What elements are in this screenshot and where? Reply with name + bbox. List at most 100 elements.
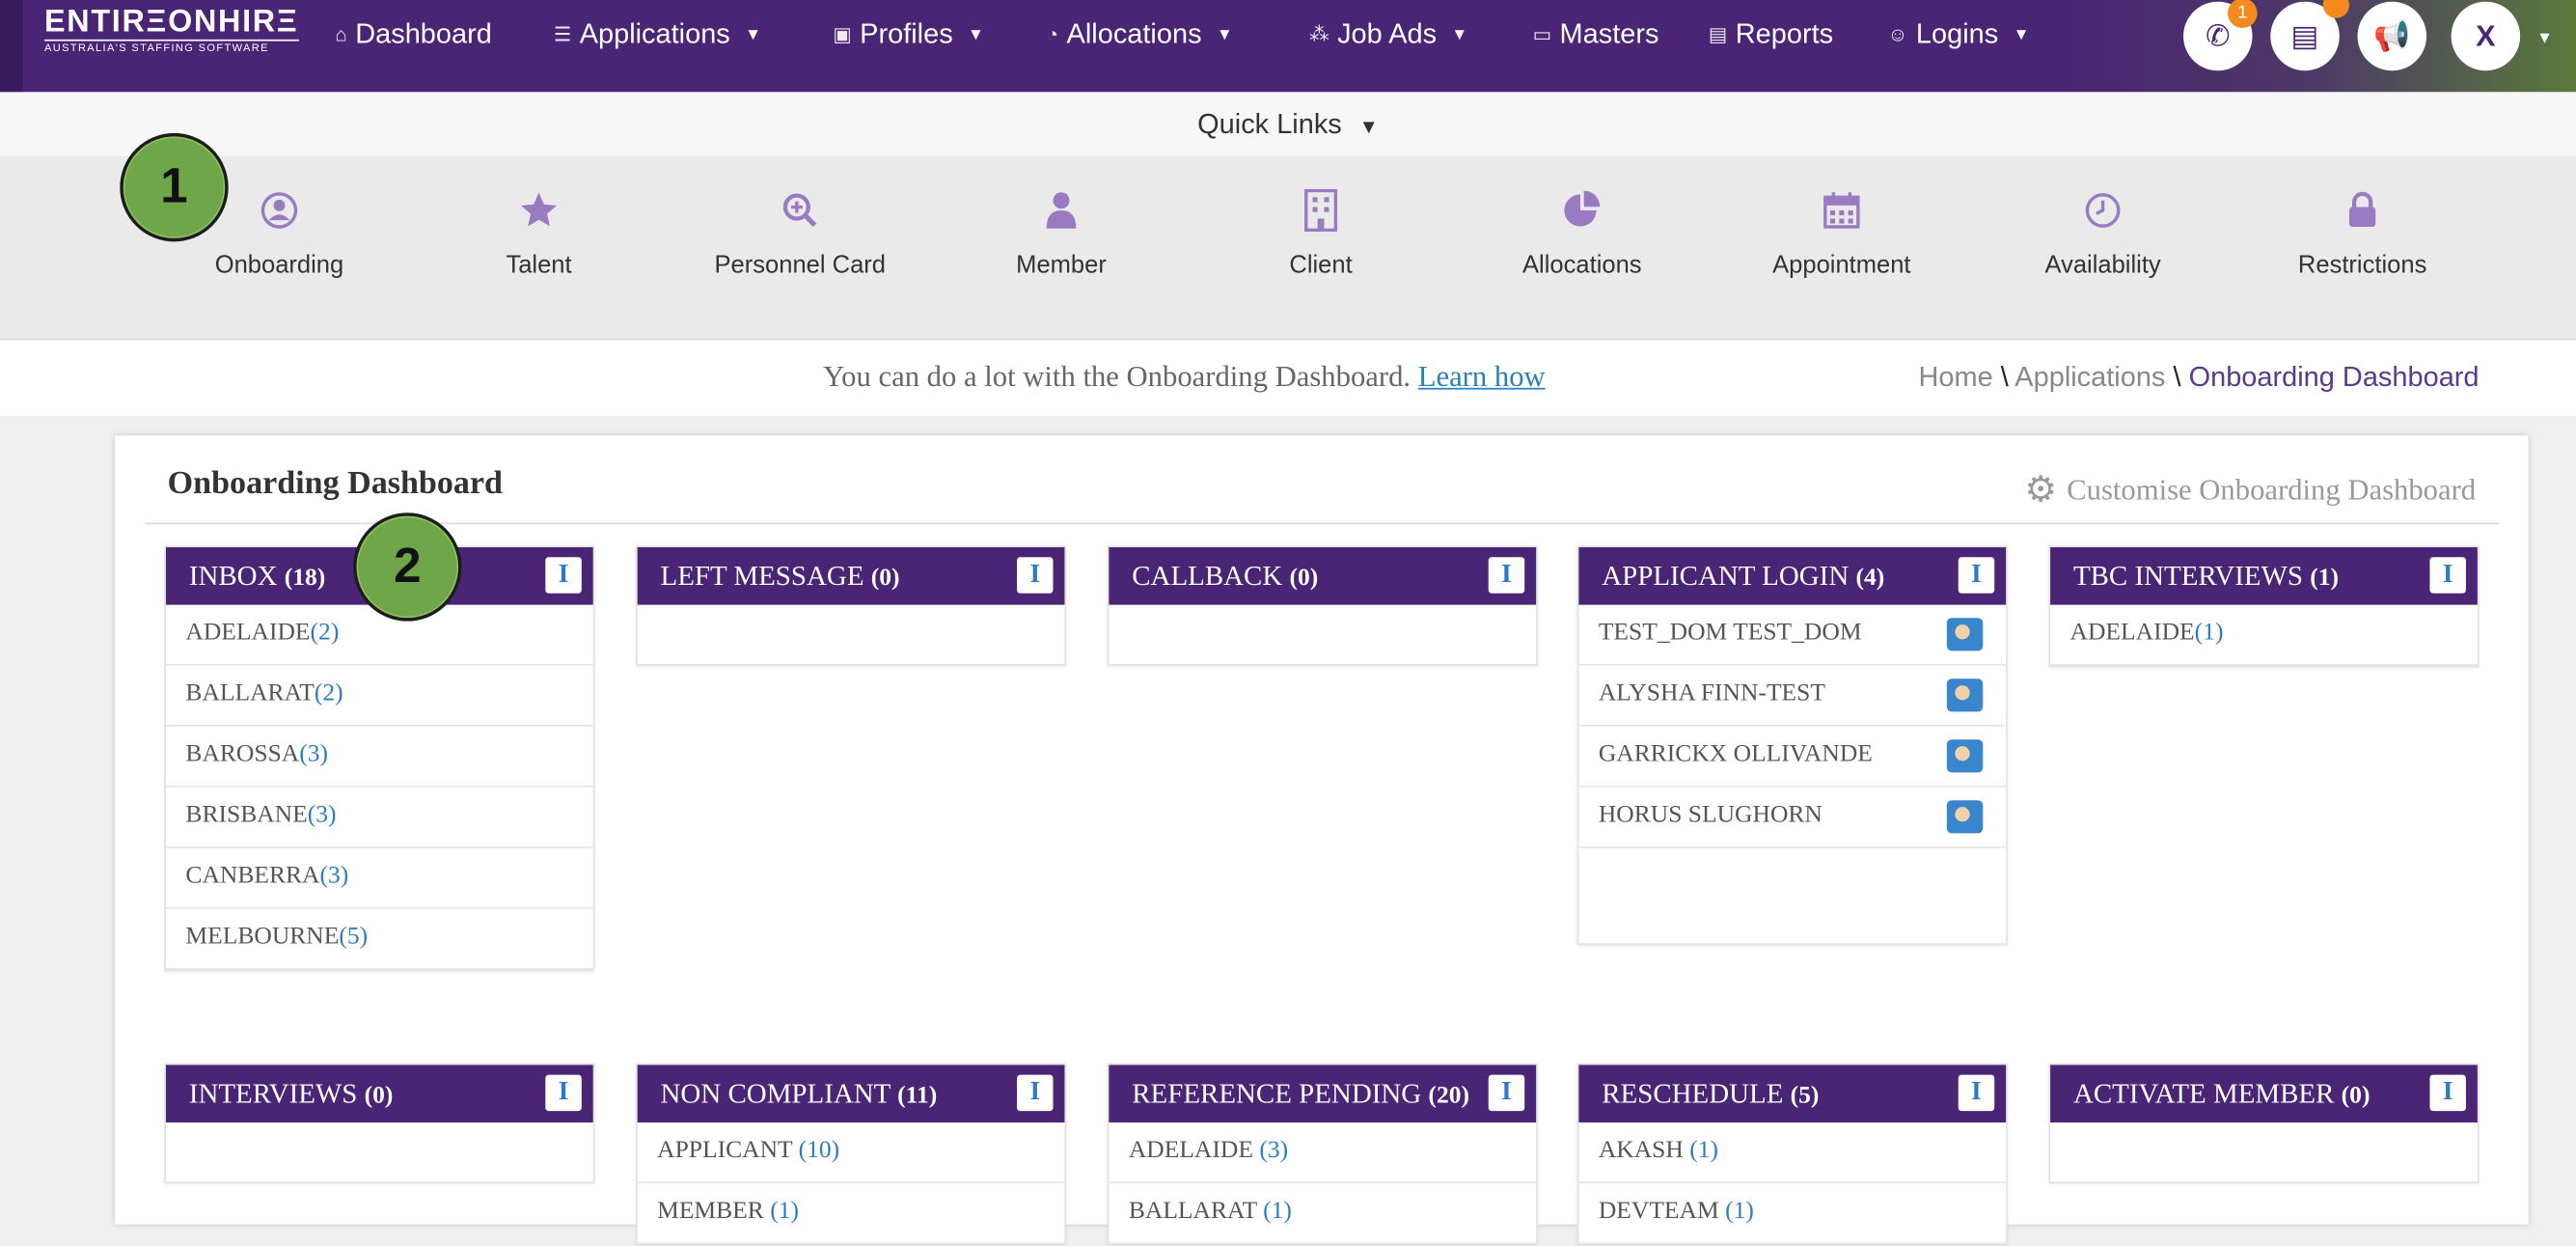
card-count: (1) [2310, 565, 2340, 593]
applicant-profile-icon[interactable] [1946, 800, 1984, 834]
list-item-count[interactable]: (3) [1259, 1137, 1288, 1163]
list-item[interactable]: MELBOURNE(5) [165, 909, 593, 970]
list-item[interactable]: BRISBANE(3) [165, 788, 593, 848]
card-title: CALLBACK [1132, 560, 1283, 593]
quick-link-allocations[interactable]: Allocations [1451, 189, 1713, 279]
card-header[interactable]: INTERVIEWS (0) i [165, 1065, 593, 1123]
nav-profiles[interactable]: ▣ Profiles ▼ [833, 14, 984, 54]
phone-calls-button[interactable]: ✆ 1 [2183, 0, 2258, 71]
card-header[interactable]: ACTIVATE MEMBER (0) i [2050, 1065, 2478, 1123]
user-avatar[interactable]: X [2451, 1, 2521, 71]
chevron-down-icon: ▼ [1451, 25, 1468, 44]
step-marker-1: 1 [120, 132, 229, 242]
list-item-count[interactable]: (3) [320, 863, 349, 889]
breadcrumb-home[interactable]: Home [1918, 362, 1992, 393]
card-header[interactable]: CALLBACK (0) i [1109, 547, 1537, 605]
nav-logins[interactable]: ☺ Logins ▼ [1888, 14, 2030, 54]
customise-dashboard-link[interactable]: ⚙ Customise Onboarding Dashboard [2024, 468, 2476, 511]
list-item-count[interactable]: (3) [299, 741, 328, 767]
learn-how-link[interactable]: Learn how [1418, 360, 1546, 393]
info-icon[interactable]: i [1488, 557, 1525, 594]
list-item[interactable]: MEMBER (1) [637, 1183, 1065, 1245]
card-header[interactable]: REFERENCE PENDING (20) i [1109, 1065, 1537, 1123]
list-item-count[interactable]: (10) [799, 1137, 840, 1163]
list-item[interactable]: BALLARAT (1) [1109, 1183, 1537, 1245]
info-icon[interactable]: i [545, 557, 582, 594]
list-item-count[interactable]: (5) [339, 924, 368, 950]
logo[interactable]: ENTIRΞONHIRΞ AUSTRALIA'S STAFFING SOFTWA… [43, 6, 299, 56]
info-icon[interactable]: i [2429, 1074, 2466, 1112]
card-header[interactable]: LEFT MESSAGE (0) i [637, 547, 1065, 605]
list-item[interactable]: TEST_DOM TEST_DOM [1578, 605, 2007, 666]
list-item[interactable]: ADELAIDE(1) [2050, 605, 2478, 666]
card-title: REFERENCE PENDING [1132, 1078, 1422, 1110]
list-item-count[interactable]: (1) [1725, 1198, 1754, 1224]
dashboard-card: ACTIVATE MEMBER (0) i [2048, 1063, 2480, 1184]
list-item[interactable]: AKASH (1) [1578, 1122, 2007, 1184]
list-item[interactable]: ALYSHA FINN-TEST [1578, 666, 2007, 727]
documents-button[interactable]: ▤ [2270, 0, 2350, 71]
list-item-name: ADELAIDE [2069, 619, 2195, 647]
dashboard-panel: Onboarding Dashboard ⚙ Customise Onboard… [115, 435, 2529, 1246]
applicant-profile-icon[interactable] [1946, 618, 1984, 651]
nav-allocations[interactable]: ◔ Allocations ▼ [1047, 14, 1233, 54]
card-header[interactable]: NON COMPLIANT (11) i [637, 1065, 1065, 1123]
list-item-count[interactable]: (1) [1263, 1198, 1292, 1224]
quick-link-member[interactable]: Member [930, 189, 1192, 279]
info-icon[interactable]: i [1017, 557, 1054, 594]
info-icon[interactable]: i [1958, 557, 1995, 594]
list-item[interactable]: GARRICKX OLLIVANDE [1578, 727, 2007, 788]
list-item[interactable]: APPLICANT (10) [637, 1122, 1065, 1184]
nav-applications[interactable]: ☰ Applications ▼ [554, 14, 761, 54]
quick-link-personnel-card[interactable]: Personnel Card [669, 189, 931, 279]
quick-link-appointment[interactable]: Appointment [1711, 189, 1973, 279]
quick-link-restrictions[interactable]: Restrictions [2231, 189, 2493, 279]
quick-link-talent[interactable]: Talent [407, 189, 670, 279]
list-item[interactable]: CANBERRA(3) [165, 848, 593, 909]
info-icon[interactable]: i [1958, 1074, 1995, 1112]
card-header[interactable]: TBC INTERVIEWS (1) i [2050, 547, 2478, 605]
nav-reports[interactable]: ▤ Reports [1709, 14, 1833, 54]
applicant-profile-icon[interactable] [1946, 678, 1984, 712]
quick-links-toggle[interactable]: Quick Links ▼ [0, 92, 2576, 156]
dashboard-card: TBC INTERVIEWS (1) i ADELAIDE(1) [2048, 545, 2480, 668]
breadcrumb-applications[interactable]: Applications [2014, 362, 2165, 393]
list-item-count[interactable]: (1) [770, 1198, 799, 1224]
list-item-name: TEST_DOM TEST_DOM [1598, 619, 1862, 647]
megaphone-icon: 📢 [2373, 18, 2411, 52]
card-count: (18) [284, 565, 326, 593]
card-header[interactable]: RESCHEDULE (5) i [1578, 1065, 2007, 1123]
user-icon: ☺ [1887, 22, 1908, 46]
quick-link-client[interactable]: Client [1190, 188, 1452, 279]
list-item-count[interactable]: (1) [2195, 620, 2224, 646]
list-item-count[interactable]: (1) [1689, 1137, 1718, 1163]
list-item[interactable]: BAROSSA(3) [165, 727, 593, 788]
card-header[interactable]: APPLICANT LOGIN (4) i [1578, 547, 2007, 605]
info-icon[interactable]: i [545, 1074, 582, 1112]
list-item[interactable]: BALLARAT(2) [165, 666, 593, 727]
list-item-count[interactable]: (3) [308, 802, 337, 828]
list-item[interactable]: DEVTEAM (1) [1578, 1183, 2007, 1245]
quick-link-availability[interactable]: Availability [1971, 189, 2233, 279]
nav-dashboard[interactable]: ⌂ Dashboard [335, 14, 491, 54]
info-icon[interactable]: i [1488, 1074, 1525, 1112]
info-icon[interactable]: i [2429, 557, 2466, 594]
card-title: TBC INTERVIEWS [2072, 560, 2304, 593]
list-item-name: HORUS SLUGHORN [1598, 801, 1822, 829]
list-item-count[interactable]: (2) [311, 620, 340, 646]
list-item[interactable]: ADELAIDE (3) [1109, 1122, 1537, 1184]
nav-masters[interactable]: ▭ Masters [1533, 14, 1659, 54]
list-item[interactable]: HORUS SLUGHORN [1578, 788, 2007, 848]
card-count: (0) [870, 565, 900, 593]
nav-job-ads[interactable]: ⁂ Job Ads ▼ [1309, 14, 1467, 54]
nav-left-stripe [0, 0, 23, 93]
info-icon[interactable]: i [1017, 1074, 1054, 1112]
announcements-button[interactable]: 📢 [2357, 1, 2427, 71]
card-body: ADELAIDE(1) [2050, 605, 2478, 666]
id-card-icon: ▣ [833, 22, 852, 46]
logo-tagline: AUSTRALIA'S STAFFING SOFTWARE [43, 39, 299, 56]
chevron-down-icon: ▼ [1216, 25, 1233, 44]
applicant-profile-icon[interactable] [1946, 739, 1984, 773]
list-item-count[interactable]: (2) [315, 680, 343, 706]
user-menu-chevron[interactable]: ▼ [2530, 18, 2553, 58]
